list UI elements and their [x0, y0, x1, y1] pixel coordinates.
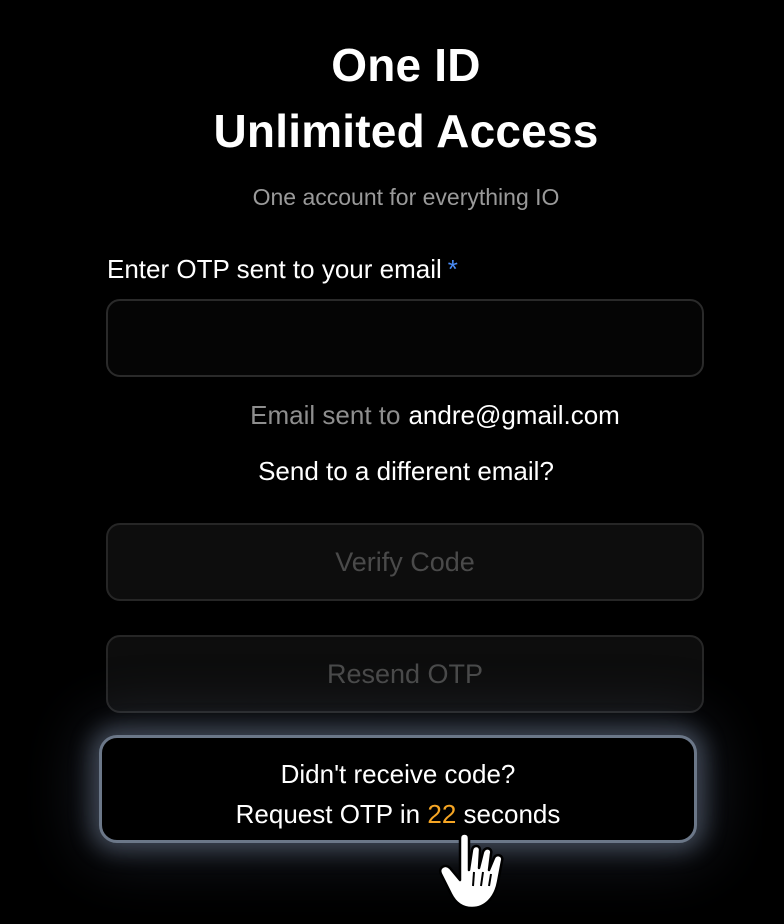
- page-subtitle: One account for everything IO: [252, 184, 560, 210]
- required-asterisk: *: [447, 254, 458, 284]
- email-address: andre@gmail.com: [408, 400, 620, 430]
- resend-countdown-tooltip: Didn't receive code? Request OTP in 22 s…: [99, 735, 697, 843]
- email-sent-prefix: Email sent to: [250, 400, 401, 430]
- title-line-two: Unlimited Access: [213, 105, 599, 157]
- email-sent-info: Email sent to andre@gmail.com: [0, 400, 784, 431]
- title-line-one: One ID: [331, 39, 481, 91]
- page-title: One ID Unlimited Access: [0, 32, 784, 164]
- hand-pointer-icon: [439, 832, 504, 910]
- otp-label-text: Enter OTP sent to your email: [107, 254, 442, 284]
- tooltip-line-one: Didn't receive code?: [280, 759, 516, 789]
- otp-field-label: Enter OTP sent to your email *: [107, 254, 458, 285]
- otp-input[interactable]: [106, 299, 704, 377]
- resend-otp-button[interactable]: Resend OTP: [106, 635, 704, 713]
- countdown-prefix: Request OTP in: [235, 799, 421, 829]
- verify-code-button[interactable]: Verify Code: [106, 523, 704, 601]
- change-email-link[interactable]: Send to a different email?: [0, 456, 784, 487]
- tooltip-line-two: Request OTP in 22 seconds: [102, 794, 694, 834]
